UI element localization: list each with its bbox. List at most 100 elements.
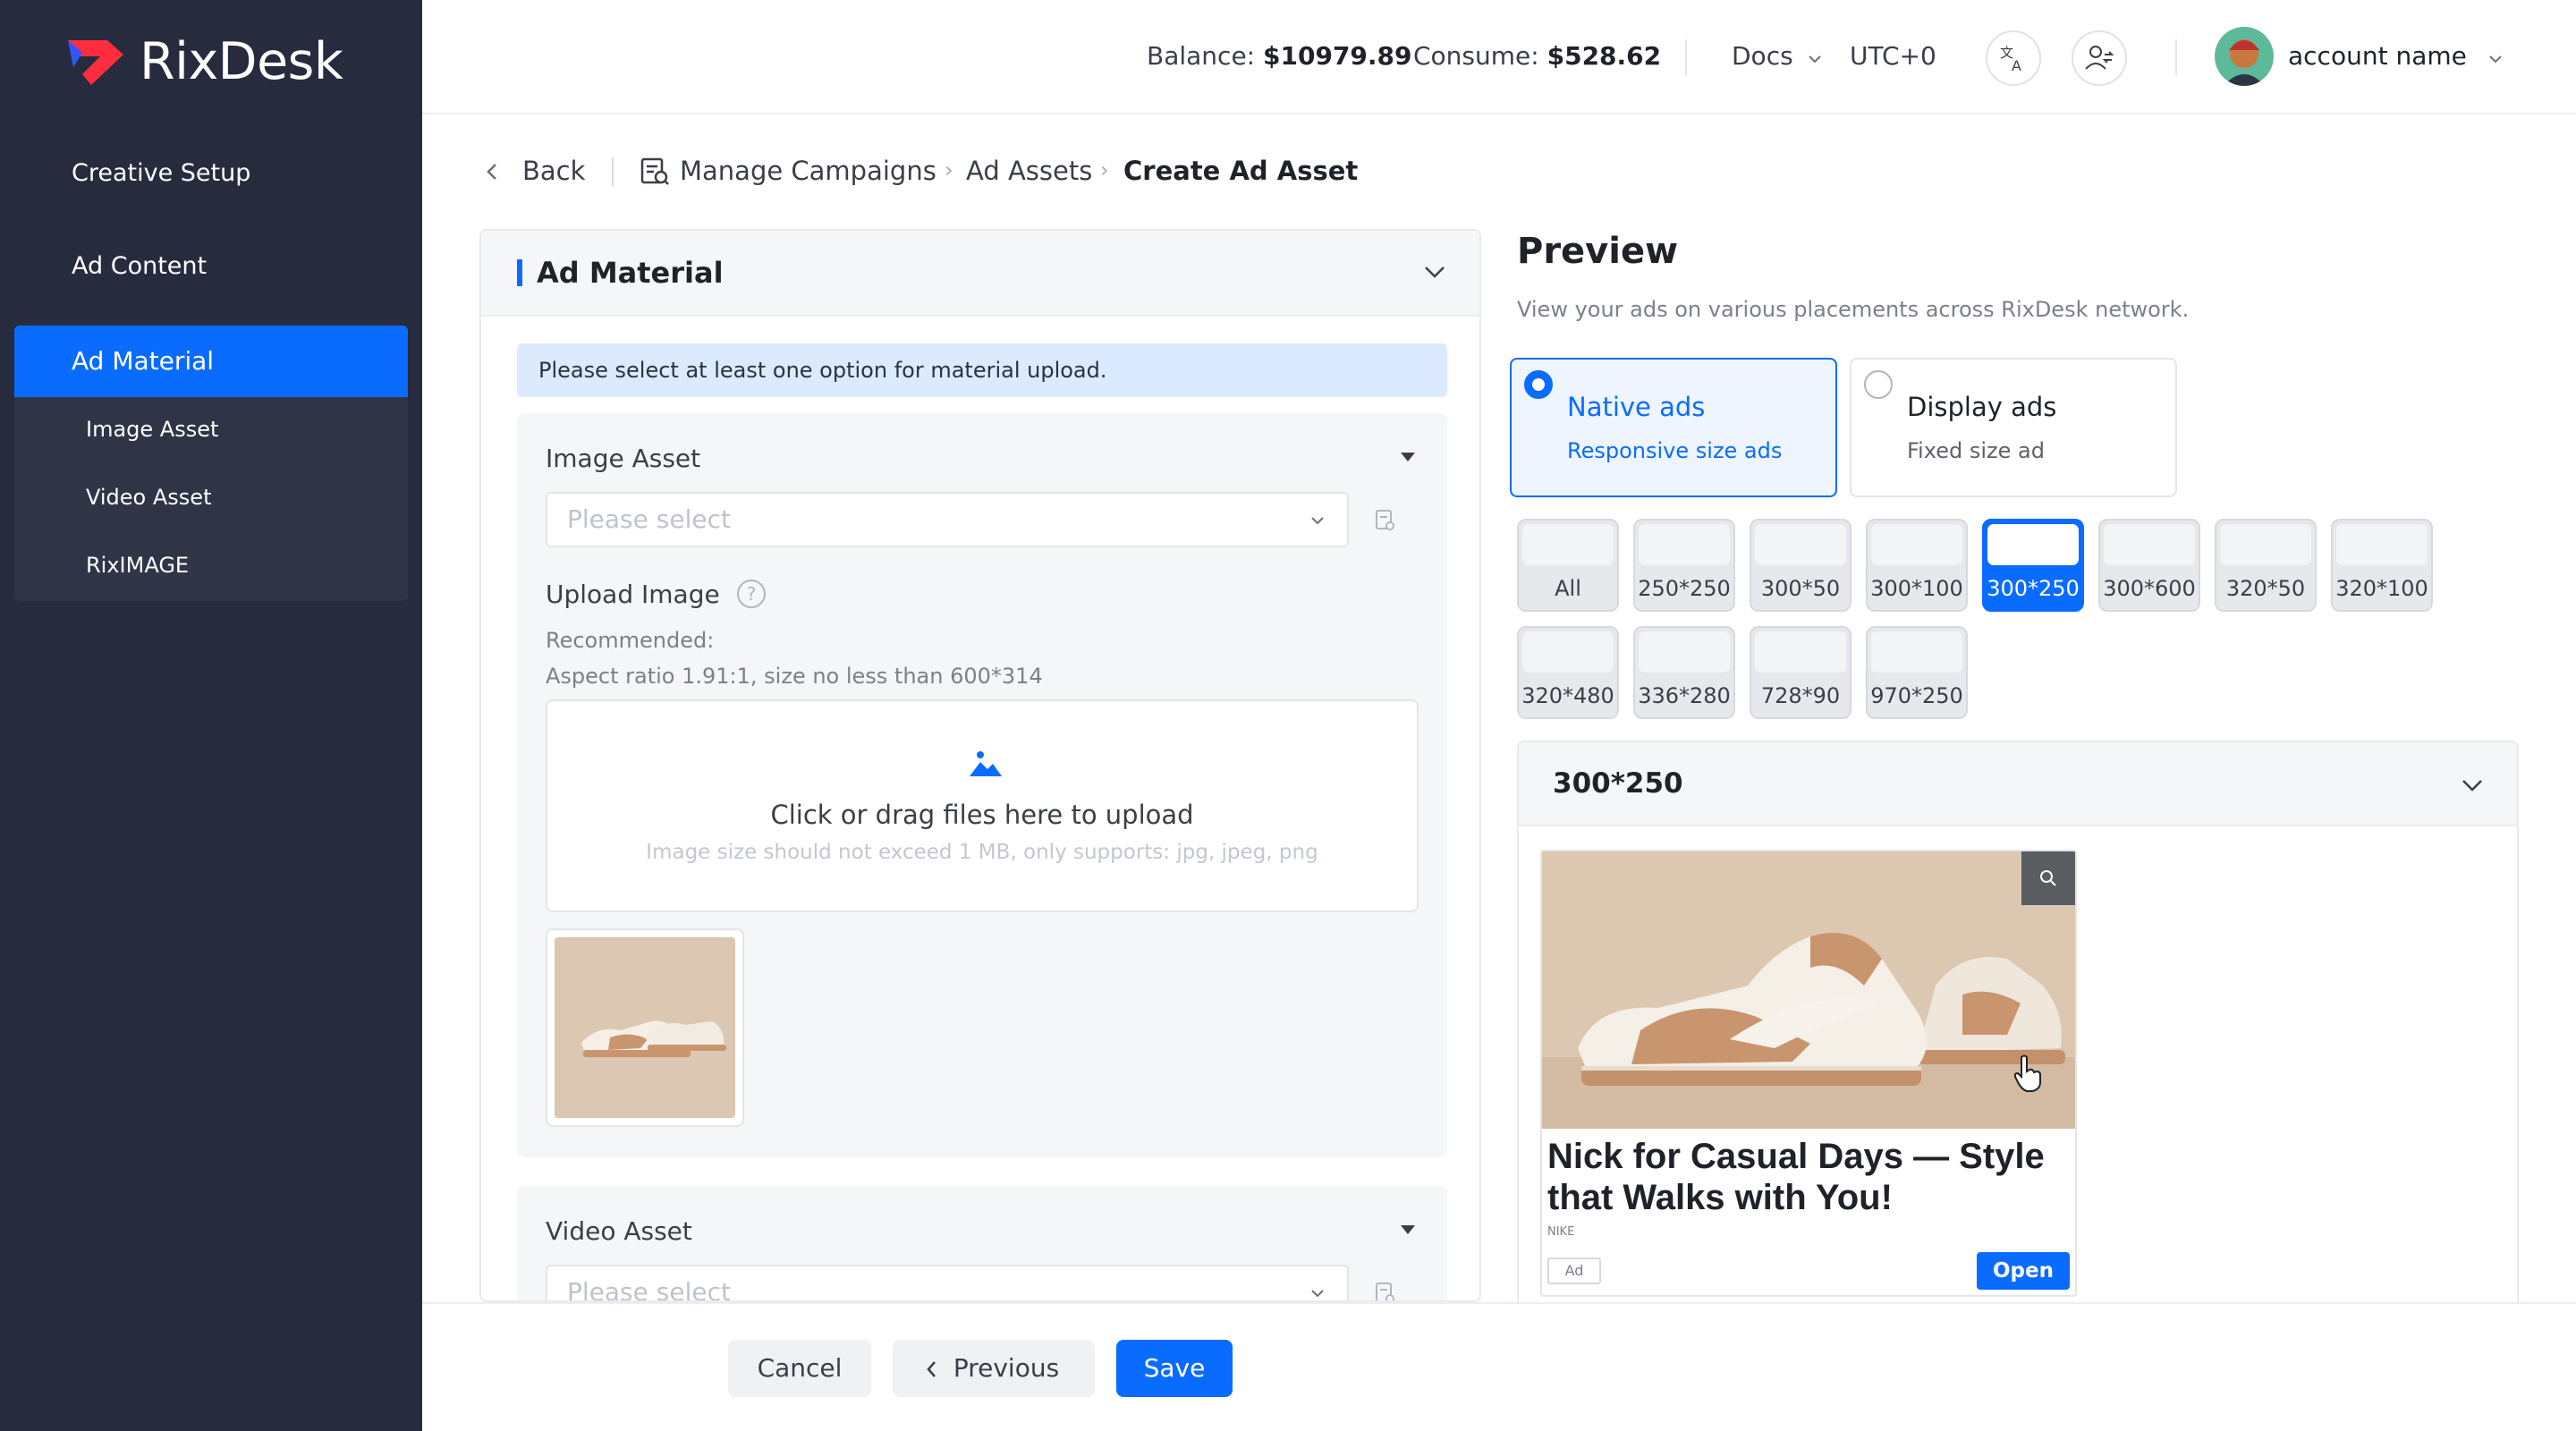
ad-brand: NIKE [1547, 1225, 1575, 1239]
size-option-320x480[interactable]: 320*480 [1517, 626, 1619, 719]
sidebar-subitem-riximage[interactable]: RixIMAGE [86, 553, 189, 578]
previous-button[interactable]: Previous [893, 1340, 1095, 1397]
account-menu[interactable]: account name [2288, 41, 2504, 71]
timezone[interactable]: UTC+0 [1850, 41, 1936, 71]
size-swatch [1522, 524, 1614, 565]
aspect-ratio-hint: Aspect ratio 1.91:1, size no less than 6… [546, 664, 1043, 689]
size-swatch [1639, 524, 1730, 565]
native-ads-option[interactable]: Native ads Responsive size ads [1510, 358, 1837, 497]
app-name: RixDesk [140, 32, 343, 91]
ad-material-header[interactable]: Ad Material [481, 231, 1479, 317]
docs-dropdown[interactable]: Docs [1732, 41, 1823, 71]
chevron-down-icon [2489, 55, 2502, 64]
sneaker-image [555, 937, 735, 1118]
sidebar-item-creative-setup[interactable]: Creative Setup [72, 159, 250, 187]
avatar-icon [2224, 39, 2265, 86]
svg-text:A: A [2012, 57, 2021, 73]
image-asset-section: Image Asset Please select Upload Image ?… [517, 413, 1447, 1157]
section-marker [517, 259, 522, 286]
size-option-300x250[interactable]: 300*250 [1982, 519, 2084, 612]
select-placeholder: Please select [567, 504, 731, 534]
size-label: 300*600 [2103, 576, 2196, 601]
chevron-down-icon [1311, 517, 1324, 525]
size-swatch [1755, 631, 1846, 673]
size-swatch [1522, 631, 1614, 673]
radio-selected[interactable] [1524, 370, 1553, 399]
balance-value: $10979.89 [1263, 41, 1412, 71]
save-button[interactable]: Save [1116, 1340, 1233, 1397]
balance-label: Balance: [1147, 41, 1256, 71]
breadcrumb-manage-campaigns[interactable]: Manage Campaigns [680, 156, 936, 186]
select-placeholder: Please select [567, 1277, 731, 1302]
size-label: 300*50 [1760, 576, 1841, 601]
size-option-728x90[interactable]: 728*90 [1750, 626, 1852, 719]
size-swatch [1871, 631, 1962, 673]
image-upload-icon [970, 751, 1002, 776]
preview-panel-header[interactable]: 300*250 [1519, 742, 2517, 826]
size-swatch [1987, 524, 2079, 565]
consume-value: $528.62 [1546, 41, 1662, 71]
size-label: 300*250 [1987, 576, 2080, 601]
radio-unselected[interactable] [1864, 370, 1893, 399]
rixdesk-logo-icon [68, 40, 123, 85]
chevron-down-icon[interactable] [1422, 263, 1447, 281]
size-swatch [1755, 524, 1846, 565]
cancel-button[interactable]: Cancel [728, 1340, 871, 1397]
size-option-300x600[interactable]: 300*600 [2098, 519, 2200, 612]
size-option-300x100[interactable]: 300*100 [1866, 519, 1968, 612]
language-button[interactable]: 文A [1986, 30, 2041, 86]
balance: Balance: $10979.89 [1147, 41, 1412, 71]
size-label: 320*100 [2335, 576, 2428, 601]
ad-headline: Nick for Casual Days — Style that Walks … [1547, 1137, 2045, 1217]
video-asset-section: Video Asset Please select [517, 1186, 1447, 1302]
back-link[interactable]: Back [522, 156, 585, 186]
sidebar-subitem-image-asset[interactable]: Image Asset [86, 417, 218, 442]
size-label: 320*50 [2225, 576, 2306, 601]
upload-image-label: Upload Image [546, 580, 720, 609]
caret-down-icon[interactable] [1399, 1224, 1417, 1236]
uploaded-image-thumbnail[interactable] [546, 928, 744, 1127]
size-option-320x100[interactable]: 320*100 [2331, 519, 2433, 612]
upload-dropzone[interactable]: Click or drag files here to upload Image… [546, 699, 1419, 912]
sidebar-item-ad-material[interactable]: Ad Material [14, 326, 408, 397]
size-option-336x280[interactable]: 336*280 [1633, 626, 1735, 719]
image-asset-select[interactable]: Please select [546, 492, 1349, 547]
sidebar-subitem-video-asset[interactable]: Video Asset [86, 485, 211, 510]
display-ads-option[interactable]: Display ads Fixed size ad [1850, 358, 2177, 497]
size-swatch [1871, 524, 1962, 565]
back-arrow-icon[interactable] [483, 161, 503, 182]
size-option-250x250[interactable]: 250*250 [1633, 519, 1735, 612]
ad-badge: Ad [1547, 1257, 1601, 1284]
size-option-970x250[interactable]: 970*250 [1866, 626, 1968, 719]
chevron-down-icon [1808, 55, 1821, 64]
search-icon [2040, 870, 2056, 886]
image-asset-title: Image Asset [546, 444, 701, 473]
users-switch-icon [2085, 46, 2114, 70]
video-asset-select[interactable]: Please select [546, 1265, 1349, 1302]
size-label: 320*480 [1521, 683, 1614, 708]
preview-panel: 300*250 Nick for Casual Days — Style tha… [1517, 741, 2519, 1331]
ad-cta-button[interactable]: Open [1977, 1252, 2070, 1290]
size-option-all[interactable]: All [1517, 519, 1619, 612]
size-option-320x50[interactable]: 320*50 [2215, 519, 2317, 612]
asset-library-icon[interactable] [1374, 508, 1397, 533]
native-ads-title: Native ads [1567, 392, 1706, 422]
zoom-button[interactable] [2021, 851, 2075, 905]
avatar[interactable] [2215, 27, 2274, 86]
logo[interactable]: RixDesk [64, 32, 343, 91]
display-ads-title: Display ads [1907, 392, 2057, 422]
caret-down-icon[interactable] [1399, 451, 1417, 463]
size-swatch [2220, 524, 2311, 565]
asset-library-icon[interactable] [1374, 1281, 1397, 1302]
chevron-down-icon[interactable] [2460, 776, 2485, 794]
help-icon[interactable]: ? [737, 580, 766, 608]
size-option-300x50[interactable]: 300*50 [1750, 519, 1852, 612]
translate-icon: 文A [2000, 45, 2021, 73]
user-switch-button[interactable] [2072, 30, 2127, 86]
sidebar-item-ad-content[interactable]: Ad Content [72, 252, 207, 280]
chevron-down-icon [1311, 1290, 1324, 1298]
breadcrumb-ad-assets[interactable]: Ad Assets [966, 156, 1092, 186]
size-label: 300*100 [1870, 576, 1963, 601]
sidebar: RixDesk Creative Setup Ad Content Ad Mat… [0, 0, 422, 1431]
size-swatch [2104, 524, 2195, 565]
